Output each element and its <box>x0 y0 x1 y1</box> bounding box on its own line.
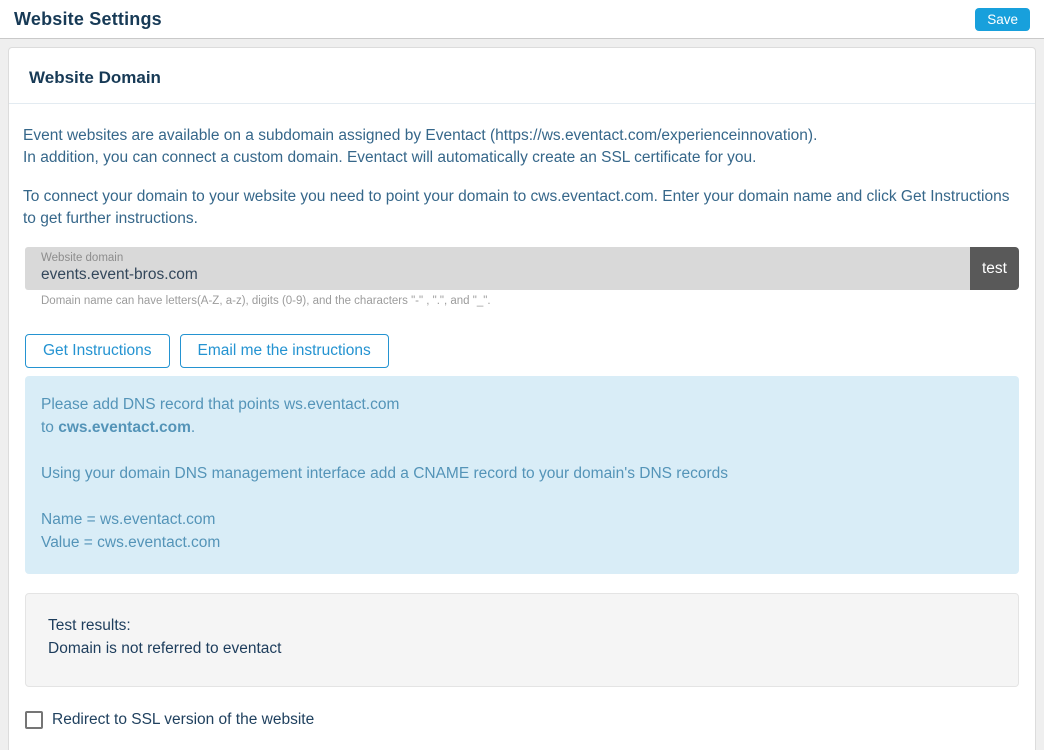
page-title: Website Settings <box>14 9 162 30</box>
dns-record-values: Name = ws.eventact.com Value = cws.event… <box>41 508 1003 554</box>
intro-paragraph: Event websites are available on a subdom… <box>23 125 1021 169</box>
test-results-box: Test results: Domain is not referred to … <box>25 593 1019 687</box>
cname-target-domain: cws.eventact.com <box>58 419 191 436</box>
domain-helper-text: Domain name can have letters(A-Z, a-z), … <box>41 295 1019 307</box>
test-results-message: Domain is not referred to eventact <box>48 637 996 660</box>
settings-card: Website Domain Event websites are availa… <box>8 47 1036 750</box>
dns-instruction-point: Please add DNS record that points ws.eve… <box>41 393 1003 439</box>
ssl-redirect-label[interactable]: Redirect to SSL version of the website <box>52 711 314 729</box>
intro-line-1: Event websites are available on a subdom… <box>23 127 817 144</box>
email-instructions-button[interactable]: Email me the instructions <box>180 334 389 368</box>
intro-line-2: In addition, you can connect a custom do… <box>23 149 756 166</box>
dns-instructions-box: Please add DNS record that points ws.eve… <box>25 376 1019 574</box>
get-instructions-button[interactable]: Get Instructions <box>25 334 170 368</box>
dns-instruction-line-1: Please add DNS record that points ws.eve… <box>41 393 1003 416</box>
card-body: Event websites are available on a subdom… <box>9 104 1035 750</box>
save-button[interactable]: Save <box>975 8 1030 31</box>
app-header: Website Settings Save <box>0 0 1044 39</box>
test-results-title: Test results: <box>48 614 996 637</box>
domain-input[interactable] <box>41 264 951 284</box>
domain-input-group: Website domain test <box>25 247 1019 290</box>
ssl-redirect-row: Redirect to SSL version of the website <box>25 711 1019 729</box>
dns-instruction-cname: Using your domain DNS management interfa… <box>41 462 1003 485</box>
test-button[interactable]: test <box>970 247 1019 290</box>
dns-record-value: Value = cws.eventact.com <box>41 531 1003 554</box>
connect-paragraph: To connect your domain to your website y… <box>23 186 1021 230</box>
domain-field-label: Website domain <box>41 252 970 264</box>
ssl-redirect-checkbox[interactable] <box>25 711 43 729</box>
dns-instruction-line-2: to cws.eventact.com. <box>41 416 1003 439</box>
actions-row: Get Instructions Email me the instructio… <box>25 334 1019 368</box>
domain-field-container: Website domain <box>25 247 970 290</box>
dns-record-name: Name = ws.eventact.com <box>41 508 1003 531</box>
card-title: Website Domain <box>9 48 1035 103</box>
